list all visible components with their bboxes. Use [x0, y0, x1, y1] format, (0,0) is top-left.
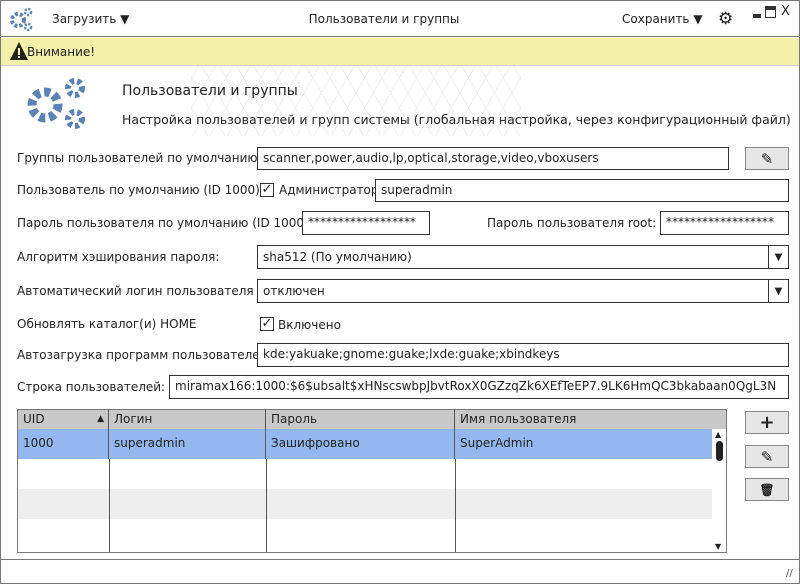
- admin-label: Администратор: [279, 183, 379, 197]
- admin-checkbox[interactable]: ✓: [260, 183, 274, 197]
- dropdown-arrow-icon: ▼: [768, 280, 788, 302]
- hash-select[interactable]: sha512 (По умолчанию) ▼: [257, 245, 789, 269]
- table-row-empty: [18, 489, 712, 519]
- hash-value: sha512 (По умолчанию): [263, 250, 412, 264]
- password-label: Пароль пользователя по умолчанию (ID 100…: [17, 216, 313, 230]
- maximize-icon[interactable]: [765, 6, 776, 18]
- autostart-label: Автозагрузка программ пользователей: [17, 348, 268, 362]
- scroll-thumb[interactable]: [716, 441, 723, 461]
- uid-header-label: UID: [23, 412, 45, 426]
- sort-asc-icon: ▲: [97, 414, 104, 424]
- groups-input[interactable]: scanner,power,audio,lp,optical,storage,v…: [257, 147, 729, 170]
- save-label: Сохранить: [622, 12, 690, 26]
- table-row[interactable]: 1000 superadmin Зашифровано SuperAdmin: [18, 429, 712, 459]
- default-user-label: Пользователь по умолчанию (ID 1000): [17, 183, 260, 197]
- minimize-icon[interactable]: [753, 14, 761, 18]
- edit-groups-button[interactable]: ✎: [745, 147, 789, 170]
- cell-login: superadmin: [109, 429, 266, 459]
- autologin-label: Автоматический логин пользователя: [17, 284, 254, 298]
- home-check-label: Включено: [278, 318, 341, 332]
- cell-uid: 1000: [18, 429, 109, 459]
- table-row-empty: [18, 459, 712, 489]
- home-label: Обновлять каталог(и) HOME: [17, 317, 197, 331]
- column-header-login[interactable]: Логин: [109, 410, 266, 429]
- page-title: Пользователи и группы: [122, 83, 298, 99]
- userstring-input[interactable]: miramax166:1000:$6$ubsalt$xHNscswbpJbvtR…: [169, 375, 789, 399]
- dropdown-arrow-icon: ▼: [768, 246, 788, 268]
- hash-label: Алгоритм хэширования пароля:: [17, 250, 220, 264]
- edit-user-button[interactable]: ✎: [745, 445, 789, 468]
- cell-password: Зашифровано: [266, 429, 455, 459]
- caret-down-icon: ▼: [693, 12, 703, 26]
- scroll-up-icon[interactable]: ▲: [715, 430, 721, 439]
- root-password-label: Пароль пользователя root:: [487, 216, 657, 230]
- userstring-label: Строка пользователей:: [17, 380, 166, 394]
- column-header-name[interactable]: Имя пользователя: [455, 410, 726, 429]
- root-password-input[interactable]: ******************: [660, 211, 789, 235]
- edit-icon: ✎: [760, 149, 774, 168]
- column-header-password[interactable]: Пароль: [266, 410, 455, 429]
- warning-icon: [10, 42, 28, 60]
- home-checkbox[interactable]: ✓: [260, 317, 274, 331]
- close-icon[interactable]: X: [781, 4, 790, 19]
- add-user-button[interactable]: +: [745, 411, 789, 434]
- column-header-uid[interactable]: UID ▲: [18, 410, 109, 429]
- cell-name: SuperAdmin: [460, 436, 534, 450]
- autologin-value: отключен: [263, 284, 325, 298]
- window: Загрузить ▼ Пользователи и группы Сохран…: [0, 0, 800, 584]
- gears-icon: [27, 78, 85, 129]
- trash-icon: 🗑: [759, 482, 775, 497]
- page-subtitle: Настройка пользователей и групп системы …: [122, 112, 791, 127]
- autostart-input[interactable]: kde:yakuake;gnome:guake;lxde:guake;xbind…: [257, 343, 789, 367]
- title-bar: Загрузить ▼ Пользователи и группы Сохран…: [1, 1, 799, 37]
- default-user-input[interactable]: superadmin: [375, 179, 789, 202]
- save-menu[interactable]: Сохранить ▼: [622, 12, 703, 26]
- edit-icon: ✎: [760, 447, 774, 466]
- warning-bar: Внимание!: [1, 38, 799, 66]
- scroll-down-icon[interactable]: ▼: [715, 542, 721, 551]
- warning-text: Внимание!: [27, 45, 96, 59]
- table-row-empty: [18, 519, 712, 549]
- scrollbar[interactable]: ▲ ▼: [712, 429, 726, 552]
- users-table: UID ▲ Логин Пароль Имя пользователя 1000 …: [17, 409, 727, 553]
- password-input[interactable]: ******************: [302, 211, 430, 235]
- gear-icon[interactable]: ⚙: [718, 9, 733, 29]
- plus-icon: +: [759, 412, 775, 433]
- autologin-select[interactable]: отключен ▼: [257, 279, 789, 303]
- delete-user-button[interactable]: 🗑: [745, 478, 789, 501]
- status-bar-divider: [1, 559, 799, 560]
- resize-grip-icon[interactable]: //: [786, 568, 793, 579]
- groups-label: Группы пользователей по умолчанию:: [17, 151, 262, 165]
